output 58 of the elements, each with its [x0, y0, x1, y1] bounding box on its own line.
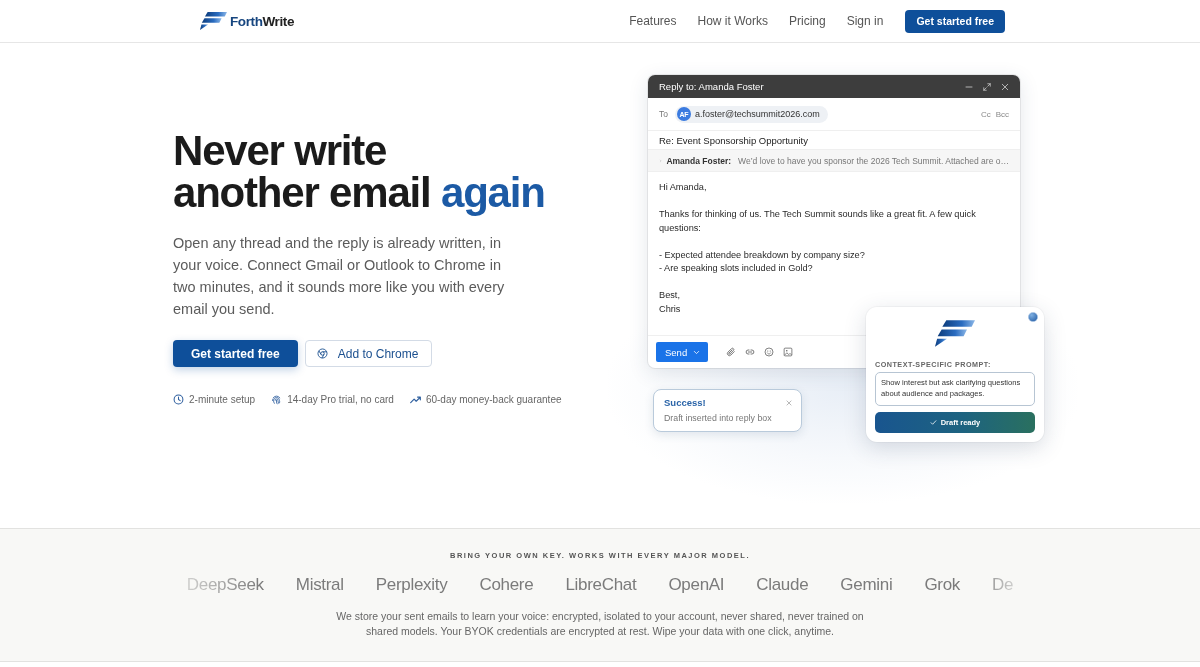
- check-icon: [929, 419, 937, 426]
- subject-text: Re: Event Sponsorship Opportunity: [659, 134, 808, 146]
- intro-text: Open any thread and the reply is already written, in your voice. Connect Gmail or Outlook to Chrome in two minutes, and it sounds more like you with every email you send.: [173, 234, 506, 319]
- expand-icon[interactable]: [983, 82, 991, 91]
- email-text: Thanks for thinking of us. The Tech Summit sounds like a great fit. A few quick questions:: [659, 208, 977, 235]
- window-title: Reply to: Amanda Foster: [659, 81, 764, 92]
- browser-icon: [316, 348, 328, 359]
- model-name: DeepSeek: [186, 574, 264, 596]
- caret-icon: [693, 348, 701, 356]
- cc-link[interactable]: Cc: [980, 109, 991, 119]
- email-text: - Are speaking slots included in Gold?: [659, 262, 813, 275]
- to-label: To: [659, 109, 668, 119]
- model-name: Cohere: [479, 574, 534, 596]
- quote-sender: Amanda Foster:: [666, 155, 732, 166]
- privacy-note: We store your sent emails to learn your voice: encrypted, isolated to your account, never shared, never trained on shared models. Your BYOK credentials are encrypted at rest. Wipe your data with one click, anytime.: [335, 609, 865, 639]
- model-name: Mistral: [295, 574, 344, 596]
- dot-icon: [1028, 312, 1038, 322]
- quote-snippet: We’d love to have you sponsor the 2026 Tech Summit. Attached are o…: [738, 155, 1009, 166]
- model-name: Grok: [924, 574, 961, 596]
- model-name: Claude: [756, 574, 809, 596]
- logo-text[interactable]: ForthWrite: [230, 13, 294, 29]
- email-text: Chris: [659, 302, 681, 316]
- link-icon[interactable]: [745, 347, 756, 357]
- trend-up-icon: [409, 394, 421, 405]
- model-name: OpenAI: [668, 574, 725, 596]
- model-name: Gemini: [840, 574, 893, 596]
- get-started-button[interactable]: Get started free: [905, 9, 1005, 33]
- send-button[interactable]: Send: [656, 342, 709, 362]
- quoted-message[interactable]: Amanda Foster: We’d love to have you sponsor the 2026 Tech Summit. Attached are o…: [648, 150, 1020, 172]
- message-body[interactable]: Hi Amanda, Thanks for thinking of us. The Tech Summit sounds like a great fit. A few quick questions: - Expected attendee breakdown by company size? - Are speaking slots included in Gold? Best, Chris: [648, 172, 1020, 335]
- nav-link[interactable]: Features: [629, 14, 677, 28]
- nav-link[interactable]: Pricing: [789, 14, 826, 28]
- get-started-button[interactable]: Get started free: [173, 340, 298, 367]
- email-text: Hi Amanda,: [659, 181, 707, 194]
- perk-text: 2-minute setup: [189, 394, 256, 405]
- nav-link[interactable]: How it Works: [697, 14, 768, 28]
- add-to-chrome-button[interactable]: Add to Chrome: [304, 340, 433, 367]
- image-icon[interactable]: [783, 347, 794, 357]
- model-name: De: [992, 574, 1014, 596]
- email-text: Best,: [659, 289, 680, 302]
- model-name: LibreChat: [565, 574, 637, 596]
- perk-text: 14-day Pro trial, no card: [287, 394, 394, 405]
- paperclip-icon[interactable]: [726, 347, 737, 357]
- logo-icon: [935, 320, 975, 347]
- clock-icon: [173, 394, 184, 405]
- toast-title: Success!: [664, 397, 706, 408]
- close-icon[interactable]: [1001, 82, 1009, 91]
- nav-link[interactable]: Sign in: [846, 14, 884, 28]
- logo-icon: [200, 12, 227, 30]
- email-text: - Expected attendee breakdown by company size?: [659, 248, 865, 262]
- recipient-email: a.foster@techsummit2026.com: [695, 109, 820, 119]
- model-name: Perplexity: [375, 574, 448, 596]
- smiley-icon[interactable]: [764, 347, 775, 357]
- bcc-link[interactable]: Bcc: [995, 109, 1009, 119]
- headline: Never write another email again: [173, 130, 545, 214]
- toast-message: Draft inserted into reply box: [664, 413, 772, 423]
- fingerprint-icon: [271, 394, 283, 405]
- perk-text: 60-day money-back guarantee: [425, 394, 562, 405]
